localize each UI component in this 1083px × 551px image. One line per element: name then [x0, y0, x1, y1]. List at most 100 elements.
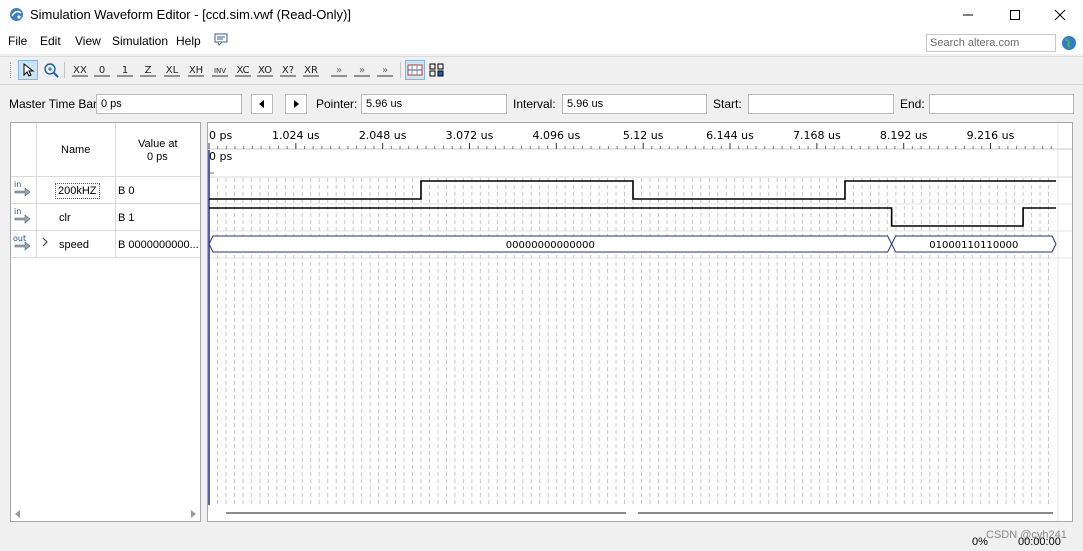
time-bar-label: 0 ps — [209, 150, 232, 163]
signal-value: B 0 — [118, 185, 135, 197]
ruler-label: 5.12 us — [623, 129, 664, 142]
svg-text:Z: Z — [145, 65, 152, 76]
signal-name[interactable]: 200kHZ — [55, 183, 100, 199]
signal-name[interactable]: speed — [59, 239, 89, 251]
row-divider — [11, 176, 200, 177]
menu-help[interactable]: Help — [176, 34, 201, 48]
close-icon — [1054, 9, 1066, 21]
forcing-high-button[interactable]: 1 — [115, 60, 135, 80]
wave-speed-value: 00000000000000 — [506, 240, 595, 251]
toolbar-separator — [400, 62, 401, 78]
pointer-icon — [23, 63, 35, 77]
pointer-field: 5.96 us — [361, 94, 507, 114]
svg-text:»: » — [359, 65, 365, 76]
weak-low-button[interactable]: XL — [162, 60, 182, 80]
svg-text:in: in — [14, 207, 21, 216]
random-value-button[interactable]: XR — [301, 60, 321, 80]
window-title: Simulation Waveform Editor - [ccd.sim.vw… — [30, 7, 351, 22]
next-transition-button[interactable] — [285, 94, 307, 114]
scroll-left-icon[interactable] — [15, 509, 21, 521]
row-divider — [11, 230, 200, 231]
minimize-button[interactable] — [945, 0, 991, 30]
snap-to-grid-icon: » — [331, 65, 347, 77]
expand-chevron-icon[interactable] — [41, 237, 49, 250]
interval-field: 5.96 us — [562, 94, 707, 114]
overwrite-value-button[interactable]: » — [375, 60, 395, 80]
grid-toggle-button[interactable] — [405, 60, 425, 80]
selection-tool-button[interactable] — [18, 60, 38, 80]
uninitialized-icon: XX — [72, 65, 88, 77]
input-pin-icon: in — [13, 207, 33, 228]
name-column-header[interactable]: Name — [61, 144, 90, 156]
waveform-canvas[interactable]: 0 ps 1.024 us 2.048 us 3.072 us 4.096 us 5.12… — [208, 123, 1072, 521]
menu-view[interactable]: View — [75, 34, 101, 48]
search-input[interactable]: Search altera.com — [926, 34, 1056, 52]
column-divider — [36, 123, 37, 257]
svg-text:out: out — [13, 234, 26, 243]
scroll-right-icon[interactable] — [191, 509, 197, 521]
weak-low-icon: XL — [164, 65, 180, 77]
ruler-label: 0 ps — [209, 129, 232, 142]
svg-text:in: in — [14, 180, 21, 189]
arbitrary-value-icon: X? — [280, 65, 296, 77]
ruler-label: 4.096 us — [532, 129, 580, 142]
app-icon — [9, 7, 24, 22]
overwrite-clock-button[interactable]: » — [352, 60, 372, 80]
zoom-tool-button[interactable] — [41, 60, 61, 80]
arbitrary-value-button[interactable]: X? — [278, 60, 298, 80]
zoom-icon — [44, 63, 59, 78]
value-column-header[interactable]: Value at — [138, 138, 178, 150]
wave-speed-value: 01000110110000 — [929, 240, 1018, 251]
high-impedance-icon: Z — [140, 65, 156, 77]
start-field — [748, 94, 894, 114]
feedback-icon[interactable] — [214, 33, 229, 50]
menu-simulation[interactable]: Simulation — [112, 34, 168, 48]
invert-button[interactable]: INV — [210, 60, 230, 80]
svg-text:XR: XR — [304, 65, 318, 76]
close-button[interactable] — [1037, 0, 1083, 30]
high-impedance-button[interactable]: Z — [138, 60, 158, 80]
status-progress: 0% — [972, 536, 988, 548]
overwrite-clock-icon: » — [354, 65, 370, 77]
output-pin-icon: out — [13, 234, 33, 255]
ruler-label: 6.144 us — [706, 129, 754, 142]
value-column-header-time: 0 ps — [147, 151, 168, 163]
arrow-left-icon — [259, 100, 264, 108]
signal-value: B 0000000000... — [118, 239, 199, 251]
globe-icon[interactable] — [1061, 35, 1077, 51]
uninitialized-button[interactable]: XX — [70, 60, 90, 80]
svg-text:XO: XO — [258, 65, 272, 76]
wave-200khz — [209, 180, 1056, 200]
interval-label: Interval: — [513, 97, 556, 111]
svg-text:X?: X? — [282, 65, 294, 76]
invert-icon: INV — [212, 67, 228, 77]
snap-icon — [429, 63, 444, 77]
waveform-panel[interactable]: 0 ps 1.024 us 2.048 us 3.072 us 4.096 us 5.12… — [207, 122, 1073, 522]
master-time-bar-label: Master Time Bar: — [9, 97, 101, 111]
svg-text:XX: XX — [73, 65, 87, 76]
snap-to-grid-button[interactable] — [427, 60, 447, 80]
menu-edit[interactable]: Edit — [40, 34, 61, 48]
previous-transition-button[interactable] — [251, 94, 273, 114]
master-time-bar-field[interactable]: 0 ps — [96, 94, 242, 114]
menu-file[interactable]: File — [8, 34, 27, 48]
weak-high-icon: XH — [188, 65, 204, 77]
column-divider — [115, 123, 116, 257]
forcing-low-button[interactable]: 0 — [92, 60, 112, 80]
svg-text:XH: XH — [189, 65, 203, 76]
svg-text:XL: XL — [166, 65, 179, 76]
weak-high-button[interactable]: XH — [186, 60, 206, 80]
maximize-icon — [1010, 10, 1020, 20]
pointer-label: Pointer: — [316, 97, 358, 111]
clock-button[interactable]: XO — [255, 60, 275, 80]
signal-name[interactable]: clr — [59, 212, 71, 224]
row-divider — [11, 203, 200, 204]
ruler-label: 2.048 us — [359, 129, 407, 142]
svg-text:»: » — [336, 65, 342, 76]
random-value-icon: XR — [303, 65, 319, 77]
arrow-right-icon — [294, 100, 299, 108]
maximize-button[interactable] — [992, 0, 1038, 30]
snap-to-grid-button[interactable]: » — [329, 60, 349, 80]
count-value-button[interactable]: XC — [233, 60, 253, 80]
grid-icon — [407, 64, 423, 76]
